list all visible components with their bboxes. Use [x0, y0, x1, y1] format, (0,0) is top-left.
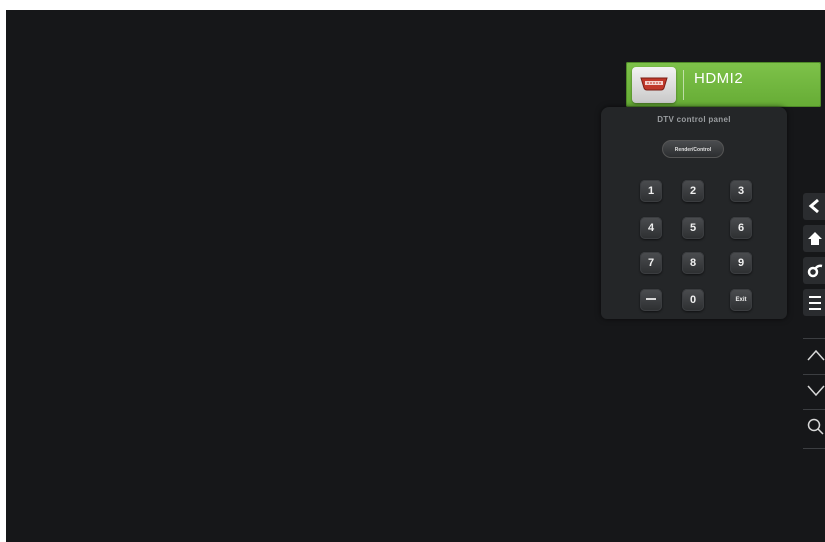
key-0[interactable]: 0: [682, 289, 704, 311]
key-5[interactable]: 5: [682, 217, 704, 239]
dtv-control-panel: DTV control panel Render/Control 1 2 3 4…: [601, 107, 787, 319]
back-icon: [808, 198, 819, 214]
key-4[interactable]: 4: [640, 217, 662, 239]
toolbar-divider: [803, 448, 825, 449]
key-2[interactable]: 2: [682, 180, 704, 202]
source-banner[interactable]: HDMI2: [626, 62, 821, 107]
hdmi-port-icon: [632, 67, 676, 103]
home-button[interactable]: [803, 225, 825, 252]
volume-down-button[interactable]: [803, 379, 825, 406]
exit-button[interactable]: Exit: [730, 289, 752, 311]
menu-icon: [809, 296, 821, 310]
source-label: HDMI2: [694, 70, 744, 87]
key-6[interactable]: 6: [730, 217, 752, 239]
panel-title: DTV control panel: [657, 115, 731, 124]
key-dash[interactable]: [640, 289, 662, 311]
link-button[interactable]: [803, 257, 825, 284]
menu-button[interactable]: [803, 289, 825, 316]
tv-screen: HDMI2 DTV control panel Render/Control 1…: [6, 10, 825, 542]
toolbar-divider: [803, 374, 825, 375]
dash-icon: [646, 298, 656, 301]
volume-up-button[interactable]: [803, 343, 825, 370]
key-9[interactable]: 9: [730, 252, 752, 274]
key-3[interactable]: 3: [730, 180, 752, 202]
link-icon: [807, 264, 823, 278]
toolbar-divider: [803, 409, 825, 410]
toolbar-divider: [803, 338, 825, 339]
key-8[interactable]: 8: [682, 252, 704, 274]
side-toolbar: [803, 193, 825, 449]
search-icon: [807, 418, 824, 435]
key-7[interactable]: 7: [640, 252, 662, 274]
home-icon: [808, 232, 822, 245]
volume-down-icon: [807, 385, 825, 397]
key-1[interactable]: 1: [640, 180, 662, 202]
search-button[interactable]: [803, 413, 825, 440]
render-control-button[interactable]: Render/Control: [662, 140, 724, 158]
back-button[interactable]: [803, 193, 825, 220]
source-divider: [683, 70, 684, 100]
volume-up-icon: [807, 349, 825, 361]
